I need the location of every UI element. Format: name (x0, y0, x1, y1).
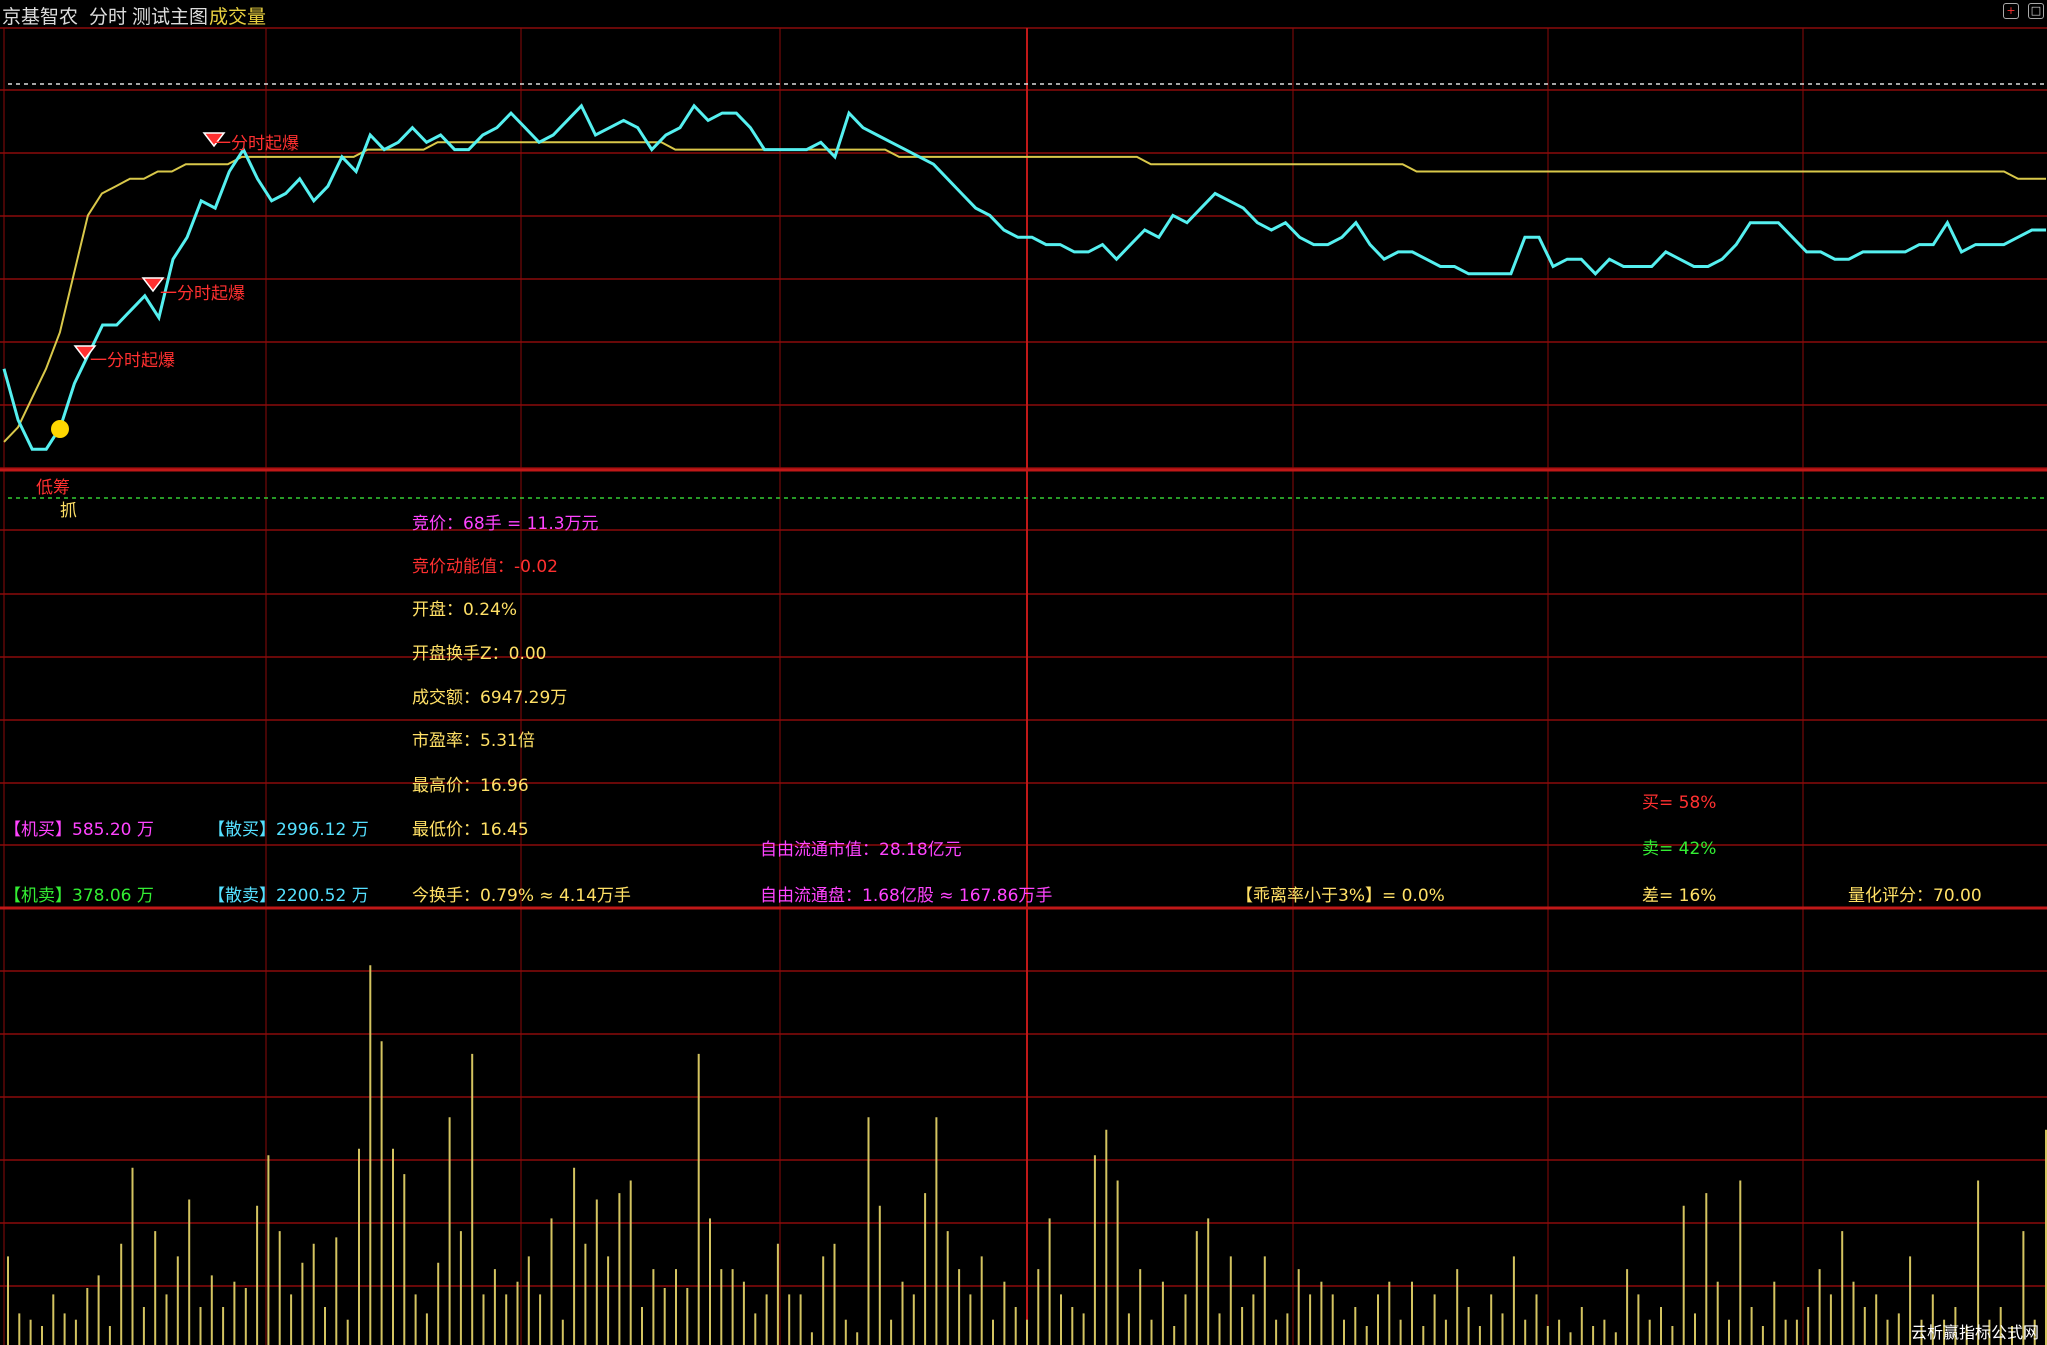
add-icon[interactable]: + (2003, 3, 2019, 19)
signal-label-1: 一分时起爆 (214, 134, 299, 154)
signal-label-2: 一分时起爆 (160, 284, 245, 304)
smiley-icon (51, 420, 69, 438)
high-price: 最高价：16.96 (412, 776, 529, 796)
low-price: 最低价：16.45 (412, 820, 529, 840)
average-price-line (3, 141, 2046, 443)
quant-score: 量化评分：70.00 (1848, 886, 1982, 906)
deviation-rate: 【乖离率小于3%】= 0.0% (1236, 886, 1445, 906)
inst-buy: 【机买】585.20 万 (4, 820, 154, 840)
chart-grid (0, 27, 2047, 1345)
buy-percent: 买= 58% (1642, 793, 1717, 813)
turnover-today: 今换手：0.79% ≈ 4.14万手 (412, 886, 631, 906)
open-pct: 开盘：0.24% (412, 600, 518, 620)
retail-sell: 【散卖】2200.52 万 (208, 886, 369, 906)
intraday-chart[interactable] (0, 0, 2047, 1345)
pe-ratio: 市盈率：5.31倍 (412, 731, 535, 751)
tab-main-chart[interactable]: 测试主图 (132, 2, 208, 29)
sell-percent: 卖= 42% (1642, 839, 1717, 859)
free-float-shares: 自由流通盘：1.68亿股 ≈ 167.86万手 (760, 886, 1053, 906)
tab-intraday[interactable]: 分时 (89, 2, 127, 29)
bid-price: 竞价：68手 = 11.3万元 (412, 514, 599, 534)
catch-label: 抓 (60, 501, 77, 521)
inst-sell: 【机卖】378.06 万 (4, 886, 154, 906)
stock-name: 京基智农 (2, 6, 79, 28)
dip-label: 低筹 (36, 478, 70, 498)
open-turnover: 开盘换手Z：0.00 (412, 644, 547, 664)
diff-percent: 差= 16% (1642, 886, 1717, 906)
signal-label-3: 一分时起爆 (90, 351, 175, 371)
tab-volume[interactable]: 成交量 (209, 2, 266, 29)
retail-buy: 【散买】2996.12 万 (208, 820, 369, 840)
window-icon[interactable]: □ (2028, 3, 2044, 19)
free-float-market-value: 自由流通市值：28.18亿元 (760, 840, 962, 860)
watermark: 云析赢指标公式网 (1910, 1323, 2039, 1342)
bid-momentum: 竞价动能值：-0.02 (412, 557, 558, 577)
amount: 成交额：6947.29万 (412, 688, 568, 708)
